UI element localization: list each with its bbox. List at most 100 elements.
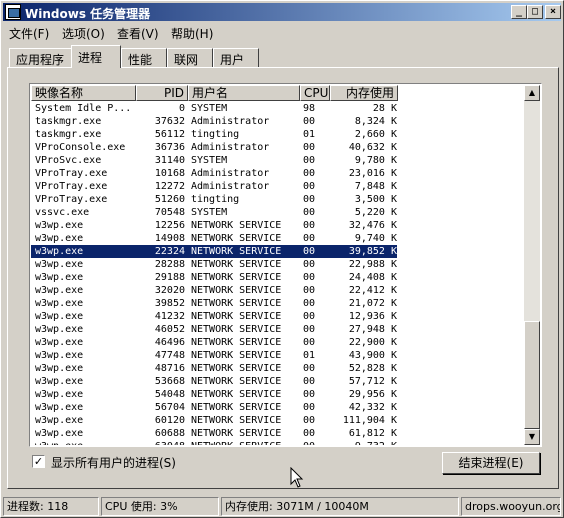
table-row[interactable]: w3wp.exe 39852 NETWORK SERVICE 00 21,072 K	[31, 297, 397, 310]
cell-memory: 23,016 K	[348, 168, 397, 179]
maximize-button[interactable]: □	[527, 5, 543, 19]
table-row[interactable]: w3wp.exe 48716 NETWORK SERVICE 00 52,828 K	[31, 362, 397, 375]
table-row[interactable]: w3wp.exe 46496 NETWORK SERVICE 00 22,900 K	[31, 336, 397, 349]
column-header-pid[interactable]: PID	[136, 85, 188, 101]
column-header-cpu[interactable]: CPU	[300, 85, 330, 101]
table-row[interactable]: w3wp.exe 29188 NETWORK SERVICE 00 24,408 K	[31, 271, 397, 284]
cell-pid: 37632	[154, 116, 185, 127]
column-header-user-name[interactable]: 用户名	[188, 85, 300, 101]
table-row[interactable]: taskmgr.exe 37632 Administrator 00 8,324 K	[31, 115, 397, 128]
cell-image-name: w3wp.exe	[35, 440, 135, 445]
cell-memory: 28 K	[372, 103, 397, 114]
cell-cpu: 00	[303, 363, 316, 374]
scroll-thumb[interactable]	[524, 321, 540, 429]
table-row[interactable]: w3wp.exe 14908 NETWORK SERVICE 00 9,740 K	[31, 232, 397, 245]
table-row[interactable]: w3wp.exe 56704 NETWORK SERVICE 00 42,332 K	[31, 401, 397, 414]
cell-image-name: w3wp.exe	[35, 389, 84, 400]
table-row[interactable]: VProSvc.exe 31140 SYSTEM 00 9,780 K	[31, 154, 397, 167]
column-header-memory[interactable]: 内存使用	[330, 85, 398, 101]
tab-applications[interactable]: 应用程序	[9, 48, 73, 67]
cell-user-name: NETWORK SERVICE	[191, 389, 282, 400]
end-process-button[interactable]: 结束进程(E)	[442, 452, 540, 474]
cell-pid: 39852	[154, 298, 185, 309]
cell-cpu: 00	[303, 440, 327, 445]
title-bar[interactable]: Windows 任务管理器 _ □ ×	[3, 3, 561, 21]
status-cpu-usage: CPU 使用: 3%	[101, 497, 219, 516]
cell-user-name: NETWORK SERVICE	[191, 285, 282, 296]
column-header-image-name[interactable]: 映像名称	[31, 85, 136, 101]
table-row[interactable]: w3wp.exe 54048 NETWORK SERVICE 00 29,956 K	[31, 388, 397, 401]
table-row[interactable]: System Idle P... 0 SYSTEM 98 28 K	[31, 102, 397, 115]
show-all-users-checkbox[interactable]: ✓	[32, 455, 45, 468]
cell-memory: 39,852 K	[348, 246, 397, 257]
cell-memory: 52,828 K	[348, 363, 397, 374]
cell-user-name: Administrator	[191, 168, 270, 179]
tab-users[interactable]: 用户	[213, 48, 259, 67]
cell-cpu: 98	[303, 103, 316, 114]
table-row[interactable]: taskmgr.exe 56112 tingting 01 2,660 K	[31, 128, 397, 141]
cell-cpu: 00	[303, 402, 316, 413]
close-button[interactable]: ×	[545, 5, 561, 19]
menu-options[interactable]: 选项(O)	[62, 25, 105, 42]
cell-user-name: NETWORK SERVICE	[191, 246, 282, 257]
cell-pid: 12256	[154, 220, 185, 231]
cell-cpu: 00	[303, 428, 316, 439]
table-row[interactable]: VProTray.exe 51260 tingting 00 3,500 K	[31, 193, 397, 206]
cell-pid: 60688	[154, 428, 185, 439]
table-row[interactable]: w3wp.exe 47748 NETWORK SERVICE 01 43,900 K	[31, 349, 397, 362]
cell-pid: 48716	[154, 363, 185, 374]
tab-networking[interactable]: 联网	[167, 48, 213, 67]
cell-user-name: NETWORK SERVICE	[191, 220, 282, 231]
menu-help[interactable]: 帮助(H)	[171, 25, 213, 42]
cell-cpu: 01	[303, 350, 316, 361]
table-row[interactable]: w3wp.exe 28288 NETWORK SERVICE 00 22,988 K	[31, 258, 397, 271]
cell-cpu: 00	[303, 155, 316, 166]
window-title: Windows 任务管理器	[25, 7, 151, 21]
table-row[interactable]: vssvc.exe 70548 SYSTEM 00 5,220 K	[31, 206, 397, 219]
mouse-pointer-icon	[290, 467, 304, 488]
cell-user-name: NETWORK SERVICE	[191, 233, 282, 244]
show-all-users-label[interactable]: 显示所有用户的进程(S)	[51, 454, 176, 471]
vertical-scrollbar[interactable]: ▲ ▼	[524, 85, 540, 445]
table-row[interactable]: w3wp.exe 41232 NETWORK SERVICE 00 12,936 K	[31, 310, 397, 323]
cell-cpu: 00	[303, 116, 316, 127]
table-row[interactable]: VProTray.exe 12272 Administrator 00 7,848 K	[31, 180, 397, 193]
table-row[interactable]: VProConsole.exe 36736 Administrator 00 40,63…	[31, 141, 397, 154]
tab-performance[interactable]: 性能	[121, 48, 167, 67]
cell-user-name: NETWORK SERVICE	[191, 311, 282, 322]
scroll-down-button[interactable]: ▼	[524, 429, 540, 445]
table-row[interactable]: w3wp.exe 12256 NETWORK SERVICE 00 32,476 K	[31, 219, 397, 232]
table-row[interactable]: w3wp.exe 32020 NETWORK SERVICE 00 22,412 K	[31, 284, 397, 297]
cell-image-name: w3wp.exe	[35, 233, 84, 244]
process-list[interactable]: 映像名称 PID 用户名 CPU 内存使用 System Idle P... 0 S…	[29, 83, 542, 447]
table-row[interactable]: VProTray.exe 10168 Administrator 00 23,016 K	[31, 167, 397, 180]
table-row[interactable]: w3wp.exe 46052 NETWORK SERVICE 00 27,948 K	[31, 323, 397, 336]
table-row[interactable]: w3wp.exe 22324 NETWORK SERVICE 00 39,852 K	[31, 245, 397, 258]
cell-image-name: w3wp.exe	[35, 402, 84, 413]
cell-memory: 61,812 K	[348, 428, 397, 439]
cell-pid: 60120	[154, 415, 185, 426]
cell-pid: 10168	[154, 168, 185, 179]
task-manager-app-icon	[5, 4, 21, 20]
minimize-button[interactable]: _	[511, 5, 527, 19]
cell-cpu: 00	[303, 389, 316, 400]
cell-pid: 31140	[154, 155, 185, 166]
table-row[interactable]: w3wp.exe63048 NETWORK SERVICE 00 9,732 K	[31, 440, 397, 445]
cell-cpu: 00	[303, 181, 316, 192]
cell-cpu: 00	[303, 142, 316, 153]
scroll-up-button[interactable]: ▲	[524, 85, 540, 101]
table-row[interactable]: w3wp.exe 53668 NETWORK SERVICE 00 57,712 K	[31, 375, 397, 388]
status-watermark: drops.wooyun.org	[461, 497, 561, 516]
cell-pid: 32020	[154, 285, 185, 296]
menu-view[interactable]: 查看(V)	[117, 25, 159, 42]
tab-strip: 应用程序 进程 性能 联网 用户	[7, 45, 559, 68]
tab-processes[interactable]: 进程	[71, 45, 121, 68]
table-row[interactable]: w3wp.exe 60120 NETWORK SERVICE 00 111,904 K	[31, 414, 397, 427]
cell-memory: 5,220 K	[354, 207, 397, 218]
cell-image-name: vssvc.exe	[35, 207, 90, 218]
cell-user-name: NETWORK SERVICE	[191, 363, 282, 374]
menu-file[interactable]: 文件(F)	[9, 25, 49, 42]
cell-user-name: NETWORK SERVICE	[191, 350, 282, 361]
cell-memory: 9,780 K	[354, 155, 397, 166]
table-row[interactable]: w3wp.exe 60688 NETWORK SERVICE 00 61,812 K	[31, 427, 397, 440]
